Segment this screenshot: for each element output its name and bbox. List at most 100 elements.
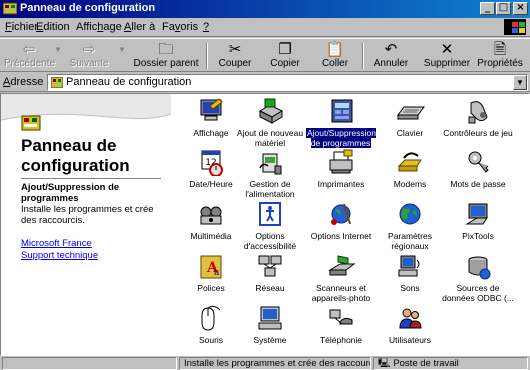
menu-fichier[interactable]: Fichier [5, 21, 38, 33]
multimedia-icon [195, 200, 227, 230]
divider [21, 178, 161, 179]
status-zone: 🖳 Poste de travail [373, 357, 528, 370]
toolbar-separator [362, 43, 364, 69]
printers-icon [325, 148, 357, 178]
scanner-icon [325, 252, 357, 282]
item-label: PixTools [462, 231, 494, 241]
back-button[interactable]: ⇦ Précédente [4, 40, 55, 72]
item-label: Scanneurs et appareils-photo [311, 283, 371, 303]
control-panel-item[interactable]: Options d'accessibilité [233, 200, 307, 255]
selected-item-name: Ajout/Suppression de programmes [21, 182, 120, 204]
item-label: Clavier [396, 128, 424, 138]
control-panel-item[interactable]: Système [233, 304, 307, 355]
menu-edition[interactable]: Edition [36, 21, 70, 33]
control-panel-item[interactable]: Réseau [233, 252, 307, 307]
close-button[interactable]: × [513, 2, 528, 15]
item-label: Mots de passe [450, 179, 506, 189]
item-label: Modems [393, 179, 427, 189]
system-icon [254, 304, 286, 334]
item-label: Contrôleurs de jeu [443, 128, 513, 138]
forward-dropdown-icon[interactable]: ▼ [118, 45, 126, 54]
control-panel-icon [21, 115, 41, 131]
menu-affichage[interactable]: Affichage [76, 21, 122, 33]
control-panel-item[interactable]: Ajout/Suppression de programmes [304, 97, 378, 152]
status-bar: Installe les programmes et crée des racc… [0, 356, 530, 370]
item-label: Système [253, 335, 287, 345]
menu-aller-[interactable]: Aller à [124, 21, 155, 33]
menu-help[interactable]: ? [203, 21, 209, 33]
address-bar: Adresse Panneau de configuration ▼ [0, 73, 530, 92]
control-panel-item[interactable]: Ajout de nouveau matériel [233, 97, 307, 152]
status-pane-empty [2, 357, 177, 370]
game-controller-icon [462, 97, 494, 127]
address-input[interactable]: Panneau de configuration ▼ [47, 74, 528, 91]
item-label: Ajout/Suppression de programmes [306, 128, 376, 148]
delete-x-icon: ✕ [440, 40, 454, 58]
control-panel-item[interactable]: Scanneurs et appareils-photo [304, 252, 378, 307]
copy-button[interactable]: ❐ Copier [262, 40, 308, 72]
link-microsoft-france[interactable]: Microsoft France [21, 238, 92, 249]
back-arrow-icon: ⇦ [22, 40, 36, 58]
item-label: Paramètres régionaux [388, 231, 432, 251]
item-label: Sources de données ODBC (... [442, 283, 514, 303]
forward-button[interactable]: ⇨ Suivante [64, 40, 114, 72]
control-panel-item[interactable]: Utilisateurs [373, 304, 447, 355]
control-panel-item[interactable]: Sons [373, 252, 447, 307]
control-panel-item[interactable]: Paramètres régionaux [373, 200, 447, 255]
control-panel-item[interactable]: Options Internet [304, 200, 378, 255]
paste-button[interactable]: 📋 Coller [312, 40, 358, 72]
control-panel-item[interactable]: Gestion de l'alimentation [233, 148, 307, 203]
control-panel-item[interactable]: Clavier [373, 97, 447, 152]
my-computer-icon: 🖳 [378, 358, 394, 369]
control-panel-item[interactable]: Imprimantes [304, 148, 378, 203]
fonts-icon: Aa [195, 252, 227, 282]
add-remove-programs-icon [325, 97, 357, 127]
undo-button[interactable]: ↶ Annuler [366, 40, 416, 72]
maximize-button[interactable]: □ [496, 2, 511, 15]
left-info-panel: Panneau de configuration Ajout/Suppressi… [1, 94, 171, 355]
address-label: Adresse [3, 76, 44, 88]
toolbar: ⇦ Précédente ▼ ⇨ Suivante ▼ 🗀 Dossier pa… [0, 38, 530, 72]
scissors-icon: ✂ [228, 40, 242, 58]
network-icon [254, 252, 286, 282]
item-label: Ajout de nouveau matériel [236, 128, 304, 148]
control-panel-item[interactable]: Téléphonie [304, 304, 378, 355]
telephony-icon [325, 304, 357, 334]
up-folder-button[interactable]: 🗀 Dossier parent [128, 40, 204, 72]
selected-item-description: Installe les programmes et crée des racc… [21, 204, 154, 226]
control-panel-item[interactable]: Contrôleurs de jeu [441, 97, 515, 152]
pixtools-icon [462, 200, 494, 230]
item-label: Téléphonie [319, 335, 363, 345]
address-value: Panneau de configuration [66, 76, 192, 88]
window-title: Panneau de configuration [20, 2, 156, 14]
item-label: Options d'accessibilité [243, 231, 297, 251]
windows-logo-icon [504, 19, 526, 35]
control-panel-icon [3, 2, 17, 15]
users-icon [394, 304, 426, 334]
control-panel-item[interactable]: Sources de données ODBC (... [441, 252, 515, 307]
back-dropdown-icon[interactable]: ▼ [54, 45, 62, 54]
item-label: Gestion de l'alimentation [245, 179, 295, 199]
regional-settings-icon [394, 200, 426, 230]
paste-clipboard-icon: 📋 [325, 40, 345, 58]
toolbar-separator [206, 43, 208, 69]
panel-title: Panneau de configuration [21, 136, 130, 175]
control-panel-item[interactable]: Modems [373, 148, 447, 203]
delete-button[interactable]: ✕ Supprimer [420, 40, 474, 72]
passwords-icon [462, 148, 494, 178]
copy-icon: ❐ [278, 40, 292, 58]
folder-up-icon: 🗀 [158, 40, 174, 58]
item-label: Options Internet [310, 231, 372, 241]
undo-icon: ↶ [384, 40, 398, 58]
address-dropdown-button[interactable]: ▼ [513, 75, 527, 90]
cut-button[interactable]: ✂ Couper [212, 40, 258, 72]
menu-favoris[interactable]: Favoris [162, 21, 198, 33]
link-support-technique[interactable]: Support technique [21, 250, 98, 261]
status-message: Installe les programmes et crée des racc… [179, 357, 371, 370]
title-bar[interactable]: Panneau de configuration _ □ × [0, 0, 530, 18]
control-panel-item[interactable]: Mots de passe [441, 148, 515, 203]
item-label: Réseau [255, 283, 285, 293]
minimize-button[interactable]: _ [480, 2, 495, 15]
control-panel-item[interactable]: PixTools [441, 200, 515, 255]
properties-button[interactable]: 🗎 Propriétés [474, 40, 526, 72]
